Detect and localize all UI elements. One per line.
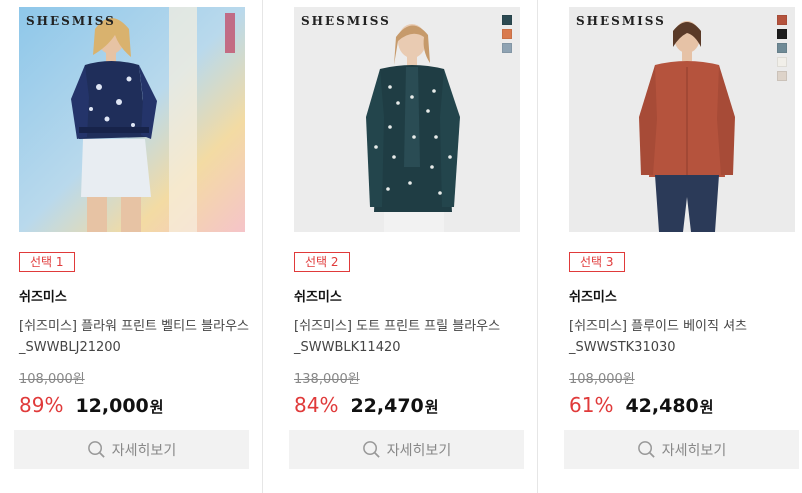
color-swatch[interactable] [777, 29, 787, 39]
column-divider [262, 0, 263, 493]
product-image[interactable]: SHESMISS [569, 7, 795, 232]
search-icon [87, 441, 105, 458]
select-badge[interactable]: 선택 2 [294, 252, 350, 272]
product-photo-fluid-shirt [569, 7, 795, 232]
discount-rate: 61% [569, 393, 614, 417]
view-details-label: 자세히보기 [661, 442, 727, 459]
search-icon [362, 441, 380, 458]
discount-rate: 84% [294, 393, 339, 417]
price-row: 61% 42,480 원 [569, 393, 714, 417]
product-name[interactable]: [쉬즈미스] 플라워 프린트 벨티드 블라우스_SWWBLJ21200 [19, 316, 249, 358]
color-swatch[interactable] [502, 43, 512, 53]
product-photo-floral-blouse [19, 7, 245, 232]
currency-unit: 원 [424, 398, 439, 416]
column-divider [537, 0, 538, 493]
search-icon [637, 441, 655, 458]
sale-price: 22,470 [350, 395, 424, 417]
product-card-1[interactable]: SHESMISS 선택 1 쉬즈미스 [쉬즈미스] 플라워 프린트 벨티드 블라… [14, 0, 250, 493]
brand-name: 쉬즈미스 [569, 290, 617, 305]
color-swatches [502, 15, 512, 53]
original-price: 138,000원 [294, 372, 360, 387]
product-photo-dot-blouse [294, 7, 520, 232]
brand-logo: SHESMISS [301, 14, 391, 28]
sale-price: 42,480 [625, 395, 699, 417]
color-swatch[interactable] [777, 43, 787, 53]
original-price: 108,000원 [569, 372, 635, 387]
product-image[interactable]: SHESMISS [294, 7, 520, 232]
product-name[interactable]: [쉬즈미스] 도트 프린트 프릴 블라우스_SWWBLK11420 [294, 316, 524, 358]
view-details-button[interactable]: 자세히보기 [564, 430, 799, 469]
color-swatch[interactable] [502, 29, 512, 39]
view-details-label: 자세히보기 [111, 442, 177, 459]
price-row: 84% 22,470 원 [294, 393, 439, 417]
currency-unit: 원 [149, 398, 164, 416]
brand-name: 쉬즈미스 [19, 290, 67, 305]
color-swatch[interactable] [777, 71, 787, 81]
color-swatches [777, 15, 787, 81]
color-swatch[interactable] [777, 57, 787, 67]
color-swatch[interactable] [502, 15, 512, 25]
sale-price: 12,000 [75, 395, 149, 417]
select-badge[interactable]: 선택 3 [569, 252, 625, 272]
currency-unit: 원 [699, 398, 714, 416]
select-badge[interactable]: 선택 1 [19, 252, 75, 272]
brand-logo: SHESMISS [576, 14, 666, 28]
view-details-label: 자세히보기 [386, 442, 452, 459]
view-details-button[interactable]: 자세히보기 [289, 430, 524, 469]
view-details-button[interactable]: 자세히보기 [14, 430, 249, 469]
price-row: 89% 12,000 원 [19, 393, 164, 417]
discount-rate: 89% [19, 393, 64, 417]
original-price: 108,000원 [19, 372, 85, 387]
brand-logo: SHESMISS [26, 14, 116, 28]
brand-name: 쉬즈미스 [294, 290, 342, 305]
product-name[interactable]: [쉬즈미스] 플루이드 베이직 셔츠_SWWSTK31030 [569, 316, 799, 358]
product-image[interactable]: SHESMISS [19, 7, 245, 232]
color-swatch[interactable] [777, 15, 787, 25]
product-card-3[interactable]: SHESMISS 선택 3 쉬즈미스 [쉬즈미스] 플루이드 베이직 셔츠_SW… [564, 0, 800, 493]
product-card-2[interactable]: SHESMISS 선택 2 쉬즈미스 [쉬즈미스] 도트 프린트 프릴 블라우스… [289, 0, 525, 493]
